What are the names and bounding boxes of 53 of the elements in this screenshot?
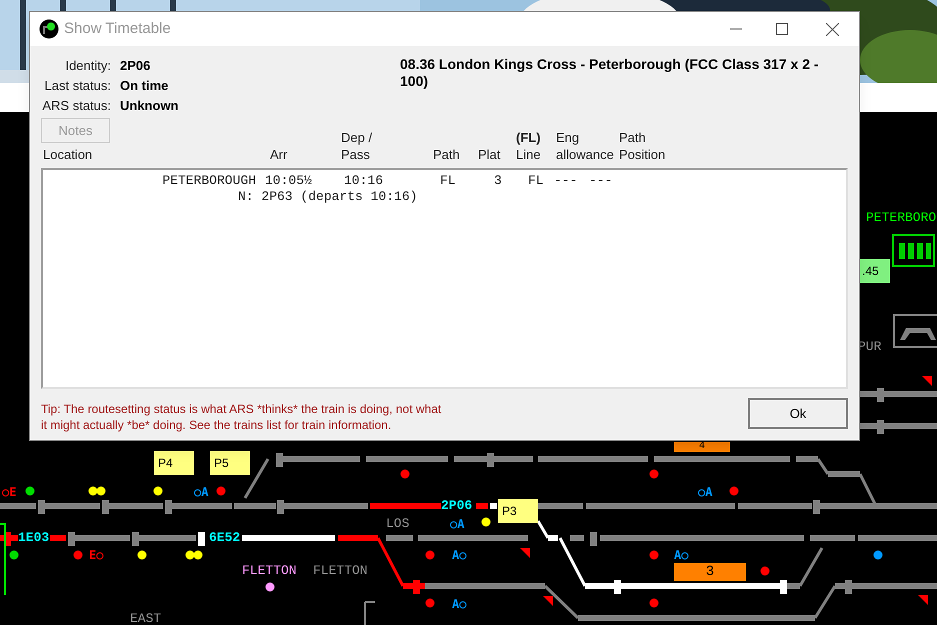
table-cell: 10:05½ [265,173,312,189]
note-text: N: 2P63 (departs 10:16) [238,189,418,205]
platform-label: P4 [154,451,194,475]
minimize-icon [730,28,742,30]
column-header: Arr [270,146,288,163]
station-label: LOS [386,517,410,531]
station-label: EAST [130,612,162,625]
signal-tag: E○ [89,548,104,562]
berth-label: 3 [674,563,746,581]
table-cell: 10:16 [344,173,384,189]
table-cell: FL [440,173,456,189]
signal-icon [39,19,59,39]
signal-tag: A○ [674,548,688,562]
platform-label: P5 [210,451,250,475]
signal-tag: ○E [2,485,16,499]
field-value: Unknown [120,97,178,116]
table-cell: FL [528,173,544,189]
window-title: Show Timetable [64,18,171,39]
berth-label: 4 [674,442,730,452]
field-value: 2P06 [120,57,150,76]
maximize-icon [776,23,788,35]
column-header: Path [433,146,460,163]
table-cell: PETERBOROUGH [162,173,256,189]
column-header: Eng allowance [556,129,614,163]
platform-label: P3 [498,499,538,523]
column-header: Dep / Pass [341,129,372,163]
station-label: FLETTON [313,564,368,578]
train-id-label: 1E03 [18,531,50,545]
train-id-label: 2P06 [441,499,472,513]
station-label: PETERBORO [866,211,936,225]
ok-button[interactable]: Ok [748,398,848,429]
field-label: Identity: [64,57,111,76]
signal-tag: A○ [452,548,466,562]
close-icon [826,22,838,36]
time-readout: .45 [860,259,890,283]
table-cell: --- [554,173,578,189]
signal-tag: ○A [698,485,712,499]
column-header: Path Position [619,129,666,163]
table-cell: 3 [494,173,502,189]
signal-tag: A○ [452,597,466,611]
tip-text: Tip: The routesetting status is what ARS *thinks* the train is doing, not what it might actually *be* doing. See the trains list for train information. [41,401,442,433]
train-description: 08.36 London Kings Cross - Peterborough (FCC Class 317 x 2 - 100) [400,56,820,91]
field-label: Last status: [44,77,111,96]
field-label: ARS status: [41,97,111,116]
signal-tag: ○A [194,485,208,499]
column-header: Location [43,146,92,163]
signal-tag: ○A [450,517,464,531]
field-value: On time [120,77,168,96]
column-header: Plat [478,146,500,163]
train-id-label: 6E52 [209,531,240,545]
table-cell: --- [589,173,612,189]
column-header: (FL) Line [516,129,541,163]
station-label: FLETTON [242,564,297,578]
